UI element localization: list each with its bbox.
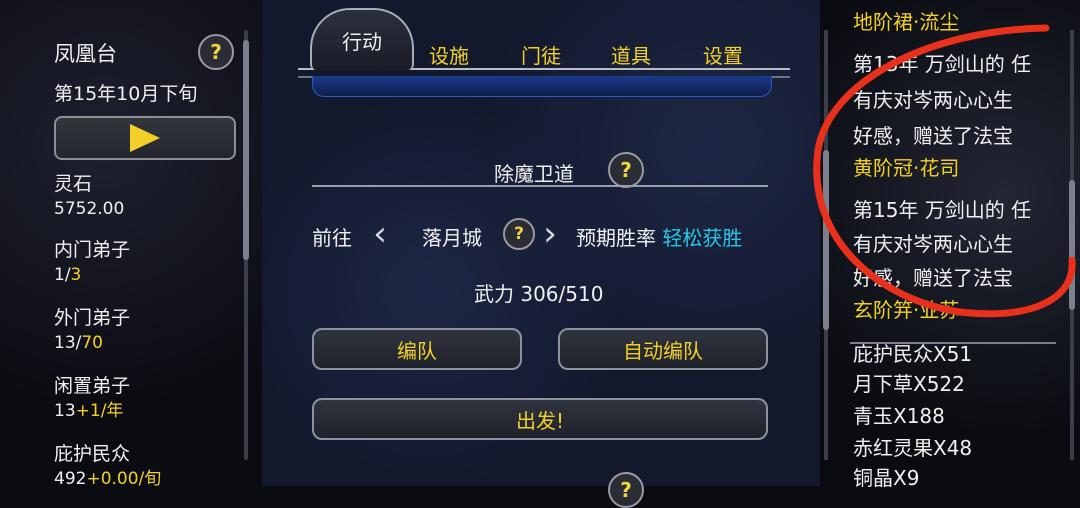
stat-idle-disciples: 闲置弟子 13+1/年	[54, 374, 130, 424]
help-icon[interactable]: ?	[503, 218, 535, 250]
prev-destination-icon[interactable]: ‹	[366, 210, 394, 258]
tab-settings[interactable]: 设置	[688, 38, 758, 70]
win-rate: 预期胜率 轻松获胜	[576, 226, 743, 250]
formation-button[interactable]: 编队	[312, 328, 522, 370]
stat-label: 灵石	[54, 173, 93, 195]
item-line: 铜晶X9	[853, 466, 920, 490]
divider	[312, 185, 768, 187]
banner-strip	[312, 76, 772, 97]
log-line: 有庆对岑两心心生	[853, 232, 1013, 256]
help-icon[interactable]: ?	[608, 472, 644, 508]
stat-value: 492+0.00/旬	[54, 469, 162, 489]
next-destination-icon[interactable]: ›	[536, 210, 564, 258]
goto-label: 前往	[312, 226, 352, 250]
event-log-panel: 地阶裙·流尘 第13年 万剑山的 任 有庆对岑两心心生 好感，赠送了法宝 黄阶冠…	[820, 0, 1080, 490]
log-line: 好感，赠送了法宝	[853, 266, 1013, 290]
log-line: 黄阶冠·花司	[853, 156, 960, 180]
destination-name: 落月城	[422, 226, 482, 250]
game-date: 第15年10月下旬	[54, 83, 198, 105]
depart-button[interactable]: 出发!	[312, 398, 768, 440]
outer-scroll-thumb[interactable]	[1069, 180, 1075, 310]
play-icon	[130, 124, 160, 152]
stat-label: 内门弟子	[54, 239, 131, 261]
help-icon[interactable]: ?	[198, 34, 234, 70]
stat-value: 5752.00	[54, 199, 125, 219]
action-panel: 行动 设施 门徒 道具 设置 除魔卫道 ? 前往 ‹ 落月城 ? › 预期胜率 …	[262, 0, 820, 508]
left-scroll-thumb[interactable]	[243, 40, 249, 260]
stat-value: 13+1/年	[54, 401, 124, 421]
tab-facilities[interactable]: 设施	[414, 38, 484, 70]
stat-value: 1/3	[54, 265, 82, 285]
stat-label: 闲置弟子	[54, 375, 131, 397]
log-line: 地阶裙·流尘	[853, 10, 960, 34]
item-line: 青玉X188	[853, 404, 945, 428]
auto-formation-button[interactable]: 自动编队	[558, 328, 768, 370]
stat-spirit-stone: 灵石 5752.00	[54, 172, 124, 222]
log-line: 玄阶笄·业苏	[853, 298, 960, 322]
item-line: 赤红灵果X48	[853, 436, 973, 460]
stat-inner-disciples: 内门弟子 1/3	[54, 238, 130, 288]
stat-outer-disciples: 外门弟子 13/70	[54, 306, 130, 356]
log-line: 好感，赠送了法宝	[853, 124, 1013, 148]
log-line: 第13年 万剑山的 任	[853, 52, 1032, 76]
item-line: 庇护民众X51	[853, 342, 973, 366]
advance-time-button[interactable]	[54, 116, 236, 160]
stat-label: 外门弟子	[54, 307, 131, 329]
stat-sheltered-people: 庇护民众 492+0.00/旬	[54, 442, 161, 492]
sect-status-panel: 凤凰台 ? 第15年10月下旬 灵石 5752.00 内门弟子 1/3 外门弟子…	[0, 0, 262, 489]
tab-items[interactable]: 道具	[596, 38, 666, 70]
item-line: 月下草X522	[853, 372, 965, 396]
location-name: 凤凰台	[54, 42, 117, 66]
log-scroll-thumb[interactable]	[823, 150, 829, 330]
log-line: 第15年 万剑山的 任	[853, 198, 1032, 222]
help-icon[interactable]: ?	[608, 152, 644, 188]
power-readout: 武力 306/510	[474, 282, 604, 306]
stat-label: 庇护民众	[54, 443, 131, 465]
log-line: 有庆对岑两心心生	[853, 88, 1013, 112]
section-title: 除魔卫道	[494, 162, 574, 186]
tab-action[interactable]: 行动	[310, 8, 414, 70]
stat-value: 13/70	[54, 333, 103, 353]
tab-disciples[interactable]: 门徒	[506, 38, 576, 70]
